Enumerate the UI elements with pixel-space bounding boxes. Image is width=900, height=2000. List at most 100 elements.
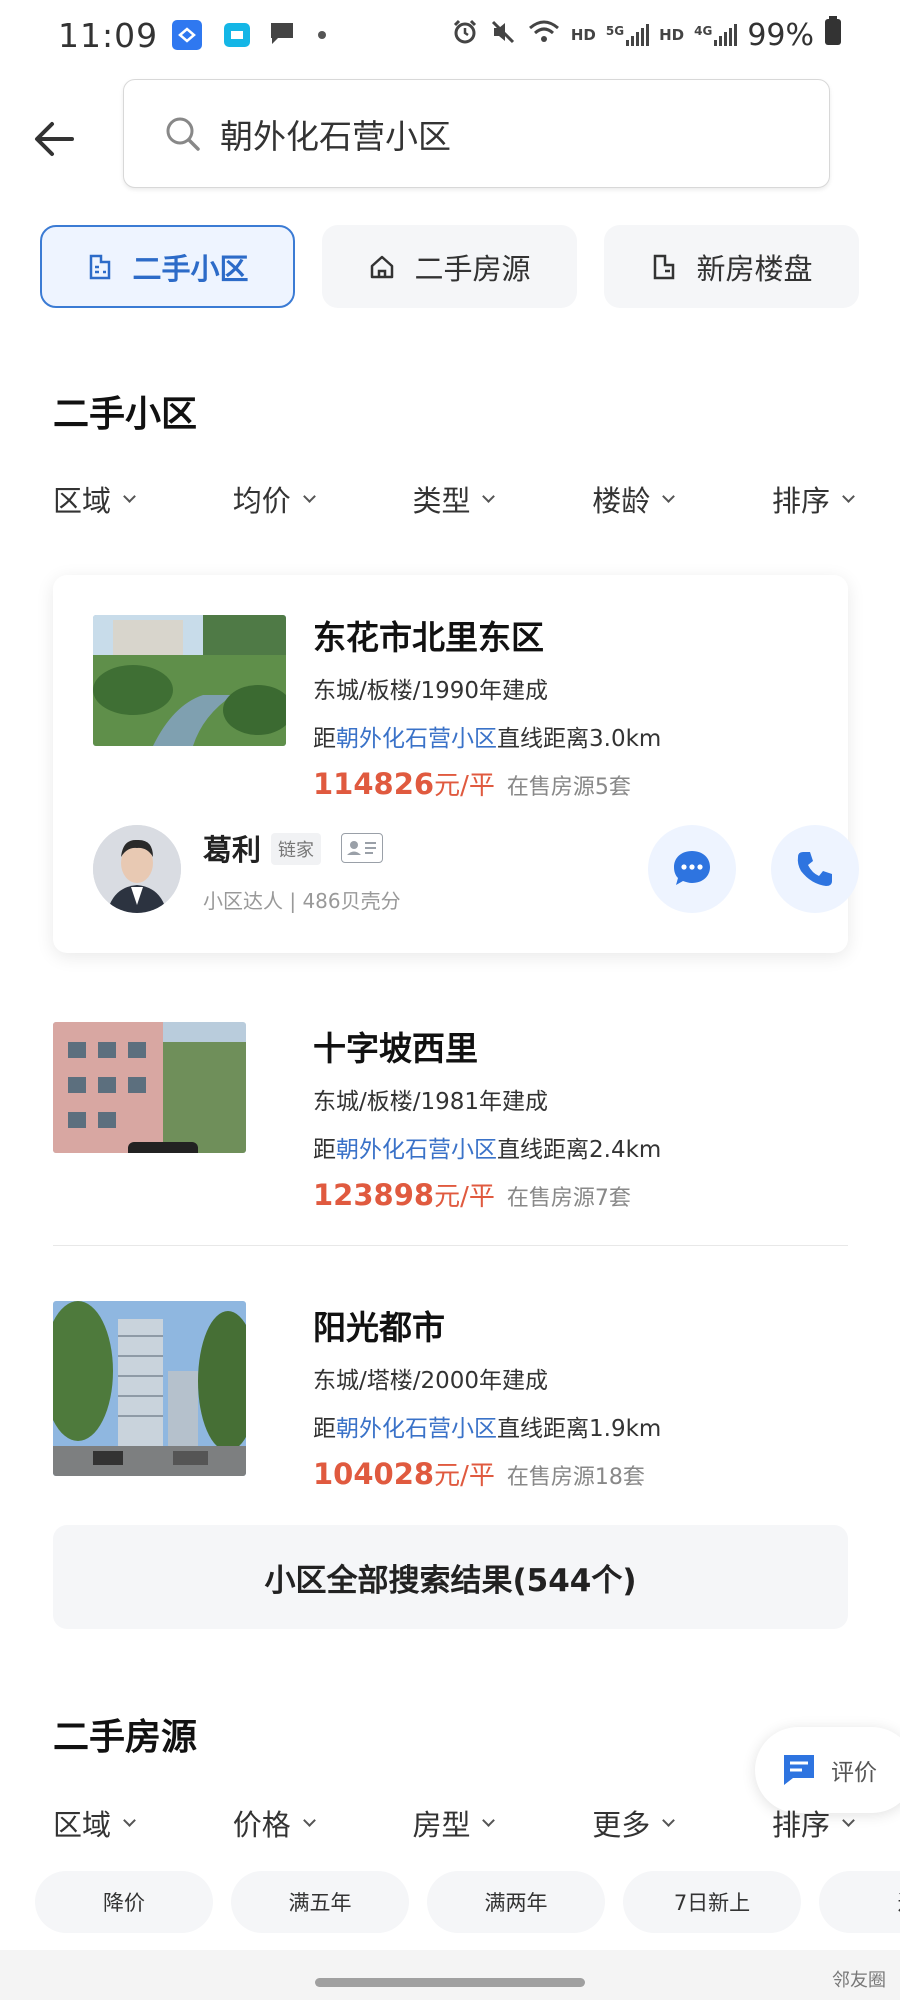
price-value: 123898	[313, 1178, 435, 1212]
chip-new-7-days[interactable]: 7日新上	[623, 1871, 801, 1933]
community-icon	[90, 254, 111, 279]
home-gesture-handle[interactable]	[315, 1978, 585, 1987]
alarm-icon	[451, 16, 479, 54]
community-distance: 距朝外化石营小区直线距离3.0km	[313, 719, 661, 753]
distance-prefix: 距	[313, 1137, 336, 1163]
chevron-down-icon	[482, 1813, 496, 1827]
on-sale-count: 在售房源7套	[506, 1186, 631, 1211]
filter-price[interactable]: 价格	[233, 1802, 316, 1844]
filter-more[interactable]: 更多	[592, 1802, 676, 1844]
section-title-text: 二手房源	[53, 1717, 198, 1758]
back-arrow-icon	[35, 122, 74, 156]
tab-label: 二手小区	[132, 251, 249, 286]
filter-label: 均价	[232, 484, 291, 518]
price-value: 114826	[313, 767, 435, 801]
chip-two-years[interactable]: 满两年	[427, 1871, 605, 1933]
chevron-down-icon	[123, 489, 136, 503]
filter-age[interactable]: 楼龄	[592, 478, 676, 520]
price-row: 123898元/平 在售房源7套	[313, 1176, 661, 1213]
signal-bars-icon-2	[714, 24, 738, 46]
chip-five-years[interactable]: 满五年	[231, 1871, 409, 1933]
section-title-text: 二手小区	[53, 394, 198, 435]
chevron-down-icon	[662, 489, 676, 503]
community-info: 十字坡西里 东城/板楼/1981年建成 距朝外化石营小区直线距离2.4km 12…	[313, 1022, 661, 1213]
filter-type[interactable]: 类型	[412, 478, 496, 520]
agent-company-badge: 链家	[271, 833, 321, 865]
watermark: 邻友圈	[832, 1970, 886, 1991]
evaluate-floating-button[interactable]: 评价	[755, 1727, 900, 1813]
chip-near[interactable]: 近	[819, 1871, 900, 1933]
distance-prefix: 距	[313, 1416, 336, 1442]
battery-icon	[824, 16, 842, 54]
list-divider	[53, 1245, 848, 1246]
message-icon	[268, 16, 296, 54]
filter-area[interactable]: 区域	[53, 478, 136, 520]
community-name: 阳光都市	[313, 1308, 445, 1347]
distance-prefix: 距	[313, 726, 336, 752]
mute-icon	[489, 16, 517, 54]
agent-id-card-icon[interactable]	[341, 833, 383, 863]
filter-sort[interactable]: 排序	[772, 1802, 855, 1844]
community-meta: 东城/板楼/1981年建成	[313, 1089, 549, 1115]
search-query: 朝外化石营小区	[220, 116, 451, 156]
distance-value: 直线距离1.9km	[497, 1416, 662, 1442]
app-notification-icon	[172, 20, 203, 50]
filter-sort[interactable]: 排序	[771, 478, 855, 520]
avg-price: 104028元/平	[313, 1455, 495, 1492]
agent-subtitle: 小区达人 | 486贝壳分	[203, 889, 401, 913]
all-results-button[interactable]: 小区全部搜索结果(544个)	[53, 1525, 848, 1629]
community-distance: 距朝外化石营小区直线距离1.9km	[313, 1409, 661, 1443]
avg-price: 123898元/平	[313, 1176, 495, 1213]
community-photo	[93, 615, 286, 746]
chip-price-drop[interactable]: 降价	[35, 1871, 213, 1933]
chevron-down-icon	[842, 489, 855, 503]
filter-area[interactable]: 区域	[53, 1802, 136, 1844]
search-input[interactable]: 朝外化石营小区	[123, 79, 830, 188]
back-button[interactable]	[30, 112, 84, 166]
price-unit: 元/平	[434, 1461, 495, 1491]
community-meta: 东城/塔楼/2000年建成	[313, 1368, 549, 1394]
category-tabs: 二手小区 二手房源 新房楼盘	[40, 225, 860, 308]
on-sale-count: 在售房源5套	[506, 775, 631, 800]
price-unit: 元/平	[434, 1182, 495, 1212]
distance-place: 朝外化石营小区	[336, 1137, 497, 1163]
filter-label: 类型	[412, 484, 471, 518]
distance-place: 朝外化石营小区	[336, 1416, 497, 1442]
community-info: 东花市北里东区 东城/板楼/1990年建成 距朝外化石营小区直线距离3.0km …	[313, 611, 661, 802]
hd-label-1: HD	[570, 26, 596, 44]
tab-second-hand-listings[interactable]: 二手房源	[322, 225, 577, 308]
filter-label: 区域	[53, 484, 112, 518]
avg-price: 114826元/平	[313, 765, 495, 802]
tab-second-hand-community[interactable]: 二手小区	[40, 225, 295, 308]
section-title-listings: 二手房源	[53, 1708, 197, 1760]
filter-avg-price[interactable]: 均价	[232, 478, 316, 520]
filter-label: 房型	[412, 1808, 471, 1842]
chevron-down-icon	[302, 489, 316, 503]
filter-label: 排序	[771, 484, 830, 518]
community-list-item[interactable]: 阳光都市 东城/塔楼/2000年建成 距朝外化石营小区直线距离1.9km 104…	[0, 1301, 900, 1491]
agent-avatar[interactable]	[93, 825, 181, 913]
price-unit: 元/平	[434, 771, 495, 801]
filter-layout[interactable]: 房型	[412, 1802, 496, 1844]
system-nav-bar	[0, 1950, 900, 2000]
search-icon	[166, 117, 200, 151]
status-right: HD 5G HD 4G 99%	[451, 16, 842, 54]
filter-label: 区域	[53, 1808, 112, 1842]
status-time: 11:09	[58, 15, 159, 55]
community-photo	[53, 1022, 246, 1153]
chevron-down-icon	[482, 489, 496, 503]
phone-icon	[797, 852, 832, 886]
community-filters: 区域 均价 类型 楼龄 排序	[53, 478, 855, 520]
comment-icon	[784, 1755, 814, 1785]
tab-label: 新房楼盘	[696, 251, 813, 286]
hd-label-2: HD	[659, 26, 685, 44]
call-button[interactable]	[771, 825, 859, 913]
chevron-down-icon	[123, 1813, 136, 1827]
tab-new-homes[interactable]: 新房楼盘	[604, 225, 859, 308]
price-row: 104028元/平 在售房源18套	[313, 1455, 661, 1492]
distance-value: 直线距离3.0km	[497, 726, 662, 752]
community-card[interactable]: 东花市北里东区 东城/板楼/1990年建成 距朝外化石营小区直线距离3.0km …	[53, 575, 859, 953]
chat-button[interactable]	[648, 825, 736, 913]
community-list-item[interactable]: 十字坡西里 东城/板楼/1981年建成 距朝外化石营小区直线距离2.4km 12…	[0, 1022, 900, 1212]
filter-label: 更多	[592, 1808, 651, 1842]
